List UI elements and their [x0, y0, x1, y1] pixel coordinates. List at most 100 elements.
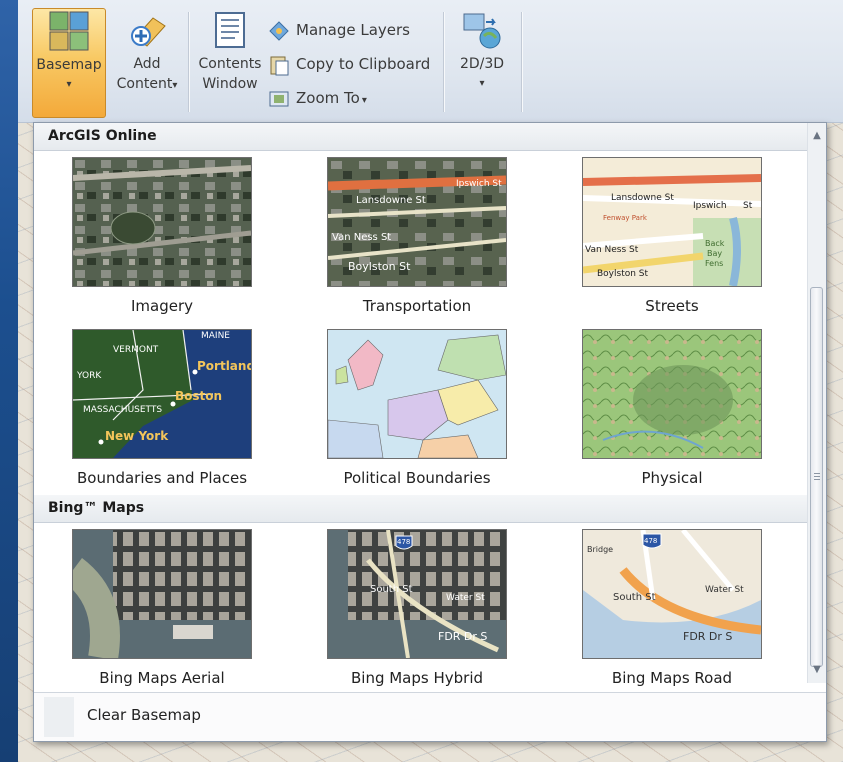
thumb-shield-label: 478: [644, 537, 657, 545]
zoom-to-button[interactable]: Zoom To ▾: [268, 84, 367, 112]
thumb-road-label: Ipswich: [693, 201, 727, 211]
ribbon-toolbar: Basemap ▾ Add Content▾ Contents Window M…: [18, 0, 843, 123]
thumb-road-label: Boylston St: [597, 269, 649, 279]
view-2d-3d-arrow: ▾: [479, 78, 485, 89]
basemap-tile-imagery[interactable]: Imagery: [47, 157, 277, 315]
scroll-grip-icon: [814, 473, 820, 481]
manage-layers-label: Manage Layers: [296, 21, 410, 39]
ribbon-separator: [188, 12, 189, 112]
basemap-label: Basemap: [36, 57, 102, 73]
basemap-tile-boundaries-places[interactable]: VERMONT MAINE YORK Portland Boston MASSA…: [47, 329, 277, 487]
basemap-tile-physical[interactable]: Physical: [557, 329, 787, 487]
thumb-park-label: Bay: [707, 249, 722, 258]
thumb-place-label: Fenway Park: [603, 214, 648, 222]
thumb-state-label: MAINE: [201, 331, 230, 341]
clipboard-icon: [268, 54, 290, 76]
basemap-label-bing-hybrid: Bing Maps Hybrid: [350, 669, 484, 687]
thumb-city-label: New York: [105, 429, 169, 443]
bing-road-thumbnail: 478 South St FDR Dr S Water St Bridge: [582, 529, 762, 659]
basemap-label-physical: Physical: [641, 469, 703, 487]
add-content-arrow: ▾: [172, 80, 178, 91]
manage-layers-icon: [268, 20, 290, 42]
thumb-road-label: Lansdowne St: [611, 193, 674, 203]
basemap-icon: [49, 11, 89, 51]
add-content-label-2: Content▾: [114, 74, 180, 96]
boundaries-places-thumbnail: VERMONT MAINE YORK Portland Boston MASSA…: [72, 329, 252, 459]
thumb-shield-label: 478: [397, 538, 410, 546]
thumb-road-label: Boylston St: [348, 260, 411, 273]
zoom-to-label: Zoom To: [296, 89, 360, 107]
basemap-label-boundaries-places: Boundaries and Places: [76, 469, 248, 487]
gallery-footer: Clear Basemap: [34, 692, 826, 741]
thumb-road-label: South St: [613, 592, 656, 603]
contents-window-icon: [210, 10, 250, 50]
thumb-road-label: Bridge: [587, 545, 613, 554]
view-2d-3d-label: 2D/3D: [459, 56, 505, 72]
basemap-label-bing-road: Bing Maps Road: [611, 669, 733, 687]
thumb-city-label: Portland: [197, 359, 251, 373]
thumb-road-label: Water St: [446, 593, 485, 603]
imagery-thumbnail: [72, 157, 252, 287]
contents-window-button[interactable]: Contents Window: [194, 8, 266, 118]
add-content-button[interactable]: Add Content▾: [114, 8, 180, 118]
window-frame: [0, 0, 18, 762]
physical-thumbnail: [582, 329, 762, 459]
section-header-bing: Bing™ Maps: [34, 495, 809, 523]
transportation-thumbnail: Lansdowne St Ipswich St Van Ness St Boyl…: [327, 157, 507, 287]
political-boundaries-thumbnail: [327, 329, 507, 459]
thumb-road-label: South St: [370, 584, 413, 595]
menu-icon-gutter: [44, 697, 74, 737]
basemap-button[interactable]: Basemap ▾: [32, 8, 106, 118]
contents-window-label-2: Window: [202, 76, 258, 92]
scroll-down-arrow-icon[interactable]: ▼: [808, 661, 826, 679]
gallery-scrollbar[interactable]: ▲ ▼: [807, 123, 826, 683]
basemap-tile-transportation[interactable]: Lansdowne St Ipswich St Van Ness St Boyl…: [302, 157, 532, 315]
copy-clipboard-button[interactable]: Copy to Clipboard: [268, 50, 430, 78]
add-content-label-1: Add: [133, 56, 161, 72]
thumb-road-label: Ipswich St: [456, 179, 502, 189]
basemap-label-streets: Streets: [645, 297, 699, 315]
basemap-tile-bing-road[interactable]: 478 South St FDR Dr S Water St Bridge Bi…: [557, 529, 787, 687]
thumb-park-label: Fens: [705, 259, 723, 268]
manage-layers-button[interactable]: Manage Layers: [268, 16, 410, 44]
basemap-label-transportation: Transportation: [362, 297, 472, 315]
ribbon-separator: [443, 12, 444, 112]
thumb-road-label: St: [743, 201, 753, 211]
thumb-road-label: FDR Dr S: [683, 630, 732, 643]
basemap-tile-bing-aerial[interactable]: Bing Maps Aerial: [47, 529, 277, 687]
thumb-state-label: MASSACHUSETTS: [83, 405, 162, 415]
scroll-thumb[interactable]: [810, 287, 823, 667]
thumb-road-label: Lansdowne St: [356, 195, 426, 206]
scroll-up-arrow-icon[interactable]: ▲: [808, 127, 826, 145]
bing-hybrid-thumbnail: 478 South St FDR Dr S Water St: [327, 529, 507, 659]
section-header-arcgis: ArcGIS Online: [34, 123, 809, 151]
zoom-to-icon: [268, 88, 290, 110]
view-2d-3d-button[interactable]: 2D/3D ▾: [450, 8, 514, 118]
clear-basemap-menu-item[interactable]: Clear Basemap: [87, 706, 201, 724]
thumb-road-label: Van Ness St: [585, 245, 639, 255]
basemap-tile-bing-hybrid[interactable]: 478 South St FDR Dr S Water St Bing Maps…: [302, 529, 532, 687]
basemap-label-imagery: Imagery: [130, 297, 194, 315]
streets-thumbnail: Lansdowne St Ipswich St Fenway Park Van …: [582, 157, 762, 287]
thumb-road-label: Van Ness St: [332, 232, 391, 243]
thumb-road-label: FDR Dr S: [438, 630, 487, 643]
add-content-label-text: Content: [116, 76, 173, 92]
basemap-label-bing-aerial: Bing Maps Aerial: [99, 669, 225, 687]
add-content-icon: [127, 10, 167, 50]
thumb-state-label: VERMONT: [113, 345, 159, 355]
basemap-gallery-dropdown: ArcGIS Online Imagery Lansdowne St Ipswi…: [33, 122, 827, 742]
ribbon-separator: [521, 12, 522, 112]
thumb-road-label: Water St: [705, 585, 744, 595]
thumb-city-label: Boston: [175, 389, 222, 403]
thumb-park-label: Back: [705, 239, 725, 248]
globe-2d-3d-icon: [462, 10, 502, 50]
basemap-tile-streets[interactable]: Lansdowne St Ipswich St Fenway Park Van …: [557, 157, 787, 315]
bing-aerial-thumbnail: [72, 529, 252, 659]
basemap-label-political-boundaries: Political Boundaries: [343, 469, 491, 487]
basemap-dropdown-arrow: ▾: [66, 79, 72, 90]
contents-window-label-1: Contents: [198, 56, 262, 72]
basemap-tile-political-boundaries[interactable]: Political Boundaries: [302, 329, 532, 487]
copy-clipboard-label: Copy to Clipboard: [296, 55, 431, 73]
zoom-to-arrow: ▾: [361, 95, 367, 106]
thumb-state-label: YORK: [76, 371, 102, 381]
